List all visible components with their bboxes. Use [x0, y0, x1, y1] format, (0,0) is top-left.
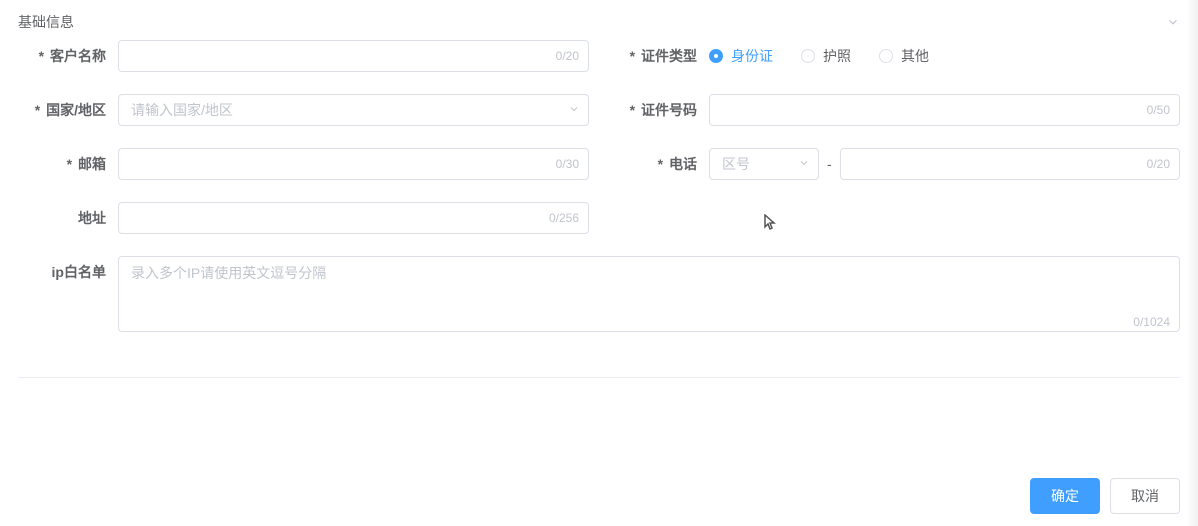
country-select[interactable]: 请输入国家/地区 [118, 94, 589, 126]
radio-id-card[interactable]: 身份证 [709, 46, 773, 66]
chevron-down-icon [568, 102, 580, 118]
id-number-label: 证件号码 [609, 94, 709, 126]
id-number-input[interactable] [709, 94, 1180, 126]
email-label: 邮箱 [18, 148, 118, 180]
radio-other[interactable]: 其他 [879, 46, 929, 66]
address-input[interactable] [118, 202, 589, 234]
ip-whitelist-textarea[interactable] [118, 256, 1180, 332]
radio-id-card-label: 身份证 [731, 46, 773, 66]
radio-circle-icon [709, 49, 723, 63]
area-code-placeholder: 区号 [722, 154, 750, 174]
phone-separator: - [827, 156, 832, 172]
id-type-radio-group: 身份证 护照 其他 [709, 40, 1180, 72]
radio-circle-icon [801, 49, 815, 63]
address-label: 地址 [18, 202, 118, 234]
customer-name-input[interactable] [118, 40, 589, 72]
confirm-button[interactable]: 确定 [1030, 478, 1100, 514]
chevron-down-icon [798, 156, 810, 172]
section-title: 基础信息 [18, 12, 74, 32]
phone-input[interactable] [840, 148, 1180, 180]
country-label: 国家/地区 [18, 94, 118, 126]
cancel-button[interactable]: 取消 [1110, 478, 1180, 514]
collapse-icon[interactable] [1166, 15, 1180, 29]
customer-name-label: 客户名称 [18, 40, 118, 72]
radio-other-label: 其他 [901, 46, 929, 66]
radio-passport[interactable]: 护照 [801, 46, 851, 66]
email-input[interactable] [118, 148, 589, 180]
area-code-select[interactable]: 区号 [709, 148, 819, 180]
country-placeholder: 请输入国家/地区 [131, 100, 233, 120]
id-type-label: 证件类型 [609, 40, 709, 72]
radio-circle-icon [879, 49, 893, 63]
ip-whitelist-label: ip白名单 [18, 256, 118, 288]
phone-label: 电话 [609, 148, 709, 180]
radio-passport-label: 护照 [823, 46, 851, 66]
divider [18, 377, 1180, 378]
